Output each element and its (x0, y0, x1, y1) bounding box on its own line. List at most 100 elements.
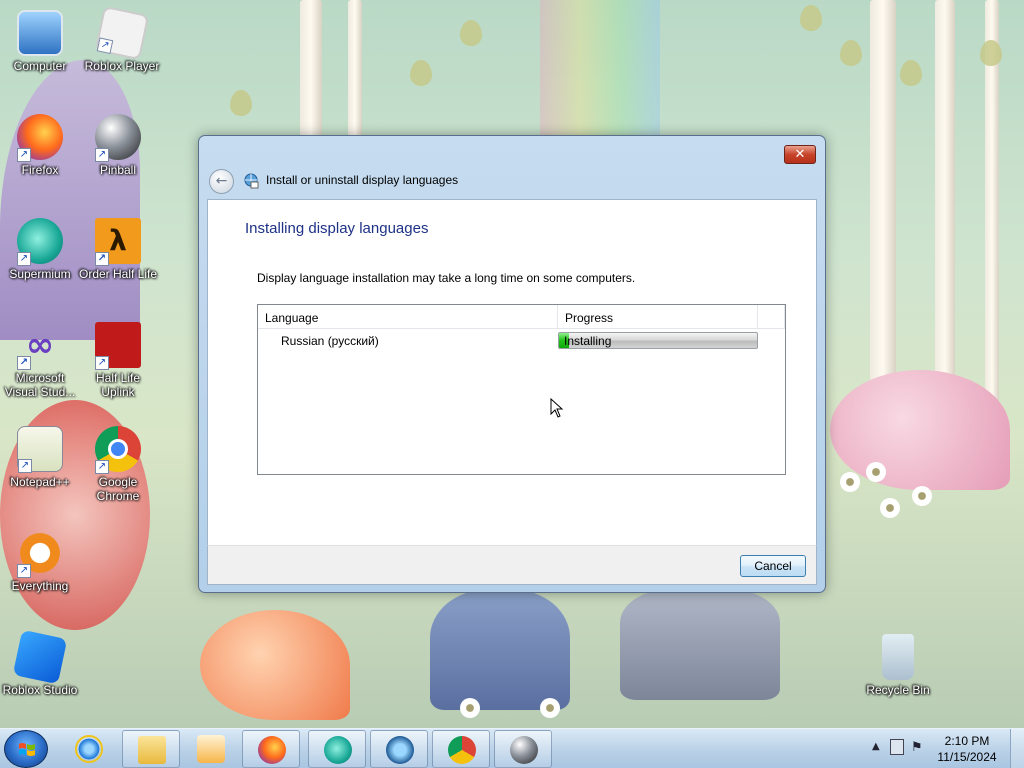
computer-icon (17, 10, 63, 56)
desktop-icon-google-chrome[interactable]: ↗ Google Chrome (78, 426, 158, 503)
tree-trunk (348, 0, 362, 140)
recycle-bin-icon (882, 634, 914, 680)
taskbar-chrome[interactable] (432, 730, 490, 768)
show-hidden-icons-icon[interactable]: ▲ (872, 741, 880, 752)
desktop-icon-label: Firefox (21, 163, 59, 177)
supermium-icon: ↗ (17, 218, 63, 266)
column-header-language[interactable]: Language (258, 305, 558, 329)
progress-status: Installing (564, 334, 612, 348)
leaf (900, 60, 922, 86)
daisy (540, 698, 560, 718)
install-progress-bar: Installing (558, 332, 758, 349)
desktop-icon-pinball[interactable]: ↗ Pinball (78, 114, 158, 177)
shortcut-arrow-icon: ↗ (95, 356, 109, 370)
desktop-icon-visual-studio[interactable]: ∞ ↗ Microsoft Visual Stud... (0, 322, 80, 399)
language-installer-icon (386, 736, 414, 764)
network-icon[interactable] (890, 739, 904, 755)
taskbar-supermium[interactable] (308, 730, 366, 768)
action-center-flag-icon[interactable]: ⚑ (911, 740, 923, 755)
clock-date: 11/15/2024 (937, 750, 997, 764)
cancel-button[interactable]: Cancel (740, 555, 806, 577)
daisy (840, 472, 860, 492)
page-heading: Installing display languages (245, 220, 429, 237)
back-button[interactable]: ← (209, 169, 234, 194)
mouse-cursor-icon (550, 398, 564, 418)
desktop-icon-half-life-uplink[interactable]: ↗ Half Life Uplink (78, 322, 158, 399)
desktop-icon-label: Roblox Studio (2, 683, 78, 697)
list-row[interactable]: Russian (русский) Installing (258, 329, 785, 351)
shortcut-arrow-icon: ↗ (17, 564, 31, 578)
desktop-icon-firefox[interactable]: ↗ Firefox (0, 114, 80, 177)
taskbar: ▲ ⚑ 2:10 PM 11/15/2024 (0, 728, 1024, 768)
language-name: Russian (русский) (281, 334, 379, 348)
character-dress (430, 590, 570, 710)
back-arrow-icon: ← (215, 173, 228, 189)
language-list[interactable]: Language Progress Russian (русский) Inst… (257, 304, 786, 475)
desktop-icon-supermium[interactable]: ↗ Supermium (0, 218, 80, 281)
taskbar-media-player[interactable] (182, 730, 240, 768)
orange-foliage (200, 610, 350, 720)
desktop-icon-order-half-life[interactable]: λ ↗ Order Half Life (78, 218, 158, 281)
desktop-icon-label: Microsoft Visual Stud... (4, 371, 76, 399)
daisy (912, 486, 932, 506)
purple-hill (0, 60, 140, 340)
desktop-icon-label: Notepad++ (10, 475, 70, 489)
desktop-icon-label: Order Half Life (78, 267, 158, 281)
desktop-icon-notepadpp[interactable]: ↗ Notepad++ (0, 426, 80, 489)
desktop-icon-label: Google Chrome (96, 475, 140, 503)
desktop-icon-label: Roblox Player (84, 59, 160, 73)
dialog-content: Installing display languages Display lan… (207, 199, 817, 545)
desktop-icon-everything[interactable]: ↗ Everything (0, 530, 80, 593)
info-text: Display language installation may take a… (257, 271, 636, 285)
desktop-icon-recycle-bin[interactable]: Recycle Bin (858, 634, 938, 697)
leaf (230, 90, 252, 116)
taskbar-pinball[interactable] (494, 730, 552, 768)
file-explorer-icon (138, 736, 166, 764)
roblox-studio-icon (12, 629, 68, 685)
shortcut-arrow-icon: ↗ (96, 37, 114, 55)
tree-trunk (300, 0, 322, 140)
desktop-icon-label: Computer (13, 59, 67, 73)
pinball-icon: ↗ (95, 114, 141, 162)
pink-foliage (830, 370, 1010, 490)
desktop-icon-label: Recycle Bin (866, 683, 930, 697)
pinball-icon (510, 736, 538, 764)
leaf (980, 40, 1002, 66)
dialog-footer: Cancel (207, 545, 817, 585)
show-desktop-button[interactable] (1010, 729, 1024, 768)
windows-logo-icon (19, 743, 35, 756)
shortcut-arrow-icon: ↗ (95, 252, 109, 266)
shortcut-arrow-icon: ↗ (95, 460, 109, 474)
close-button[interactable]: ✕ (784, 145, 816, 164)
chrome-icon (448, 736, 476, 764)
taskbar-firefox[interactable] (242, 730, 300, 768)
desktop-icon-label: Pinball (99, 163, 137, 177)
column-header-filler (758, 305, 785, 329)
leaf (840, 40, 862, 66)
desktop-icon-label: Supermium (9, 267, 71, 281)
system-tray: ▲ ⚑ 2:10 PM 11/15/2024 (864, 729, 1024, 768)
firefox-icon: ↗ (17, 114, 63, 162)
language-globe-icon (244, 173, 259, 189)
media-player-icon (197, 735, 225, 763)
leaf (460, 20, 482, 46)
leaf (800, 5, 822, 31)
daisy (880, 498, 900, 518)
wallpaper-rainbow (540, 0, 660, 140)
visual-studio-icon: ∞ ↗ (17, 322, 63, 370)
desktop-icon-label: Everything (11, 579, 69, 593)
shortcut-arrow-icon: ↗ (18, 459, 32, 473)
taskbar-file-explorer[interactable] (122, 730, 180, 768)
shortcut-arrow-icon: ↗ (95, 148, 109, 162)
desktop-icon-computer[interactable]: Computer (0, 10, 80, 73)
start-button[interactable] (4, 730, 48, 768)
desktop-icon-roblox-studio[interactable]: Roblox Studio (0, 629, 80, 697)
taskbar-language-installer[interactable] (370, 730, 428, 768)
daisy (460, 698, 480, 718)
desktop-icon-roblox-player[interactable]: ↗ Roblox Player (82, 5, 162, 73)
clock[interactable]: 2:10 PM 11/15/2024 (932, 733, 1002, 765)
supermium-icon (324, 736, 352, 764)
column-header-progress[interactable]: Progress (558, 305, 758, 329)
taskbar-internet-explorer[interactable] (60, 730, 118, 768)
character-coat (620, 590, 780, 700)
